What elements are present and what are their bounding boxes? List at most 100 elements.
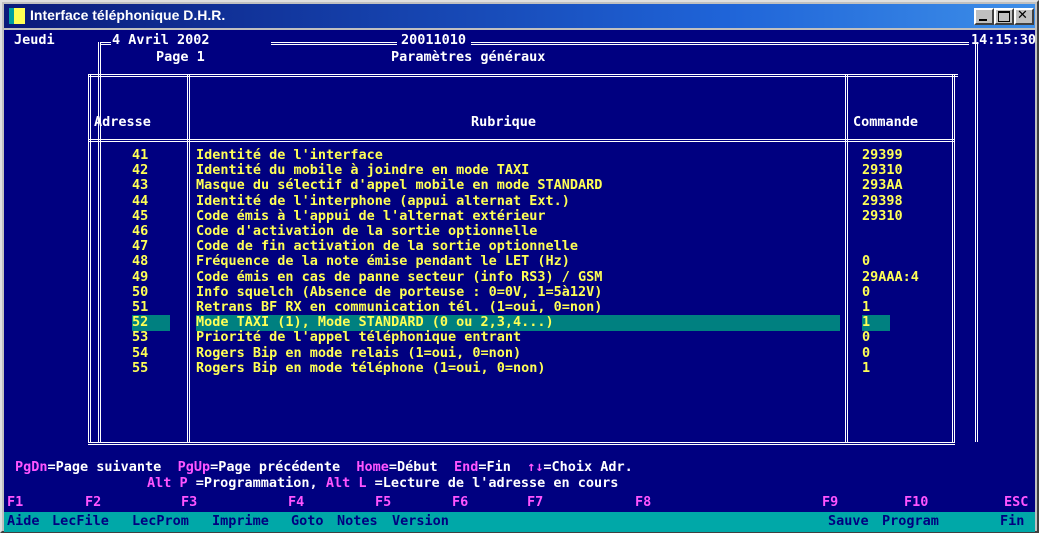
- row-command-value[interactable]: 29399: [862, 147, 903, 164]
- fkey-f10[interactable]: F10: [904, 494, 928, 511]
- row-label: Info squelch (Absence de porteuse : 0=0V…: [196, 283, 603, 300]
- fkey-f1[interactable]: F1: [7, 494, 23, 511]
- maximize-button[interactable]: [994, 8, 1014, 25]
- row-address: 43: [132, 177, 149, 194]
- menu-aide[interactable]: Aide: [7, 513, 40, 530]
- row-address: 49: [132, 268, 149, 285]
- application-window: Interface téléphonique D.H.R. ✕ Jeudi 4 …: [0, 0, 1039, 533]
- row-command-value[interactable]: 293AA: [862, 178, 903, 194]
- menu-version[interactable]: Version: [392, 513, 449, 530]
- menu-fin[interactable]: Fin: [1000, 513, 1024, 530]
- key-pgdn-desc: =Page suivante: [47, 459, 162, 475]
- key-pgdn: PgDn: [15, 459, 48, 475]
- fkey-f7[interactable]: F7: [527, 494, 543, 511]
- table-row[interactable]: 46 Code d'activation de la sortie optionn…: [4, 223, 1035, 239]
- fkey-f3[interactable]: F3: [181, 494, 197, 511]
- menu-sauve[interactable]: Sauve: [828, 513, 869, 530]
- header-separator: [88, 139, 955, 142]
- row-command-value[interactable]: 29310: [862, 163, 903, 179]
- row-address: 55: [132, 359, 149, 376]
- table-bottom-border: [88, 442, 955, 445]
- header-version: 20011010: [401, 32, 467, 48]
- row-command-value[interactable]: 1: [862, 360, 870, 377]
- table-row[interactable]: 41 Identité de l'interface 29399: [4, 147, 1035, 164]
- key-home-desc: =Début: [388, 459, 438, 475]
- fkey-esc[interactable]: ESC: [1004, 494, 1028, 511]
- frame-top-line: [101, 42, 111, 45]
- minimize-icon: [979, 19, 987, 21]
- column-header-rubrique: Rubrique: [471, 114, 537, 130]
- row-address: 51: [132, 299, 149, 315]
- help-line-alt: Alt P =Programmation, Alt L =Lecture de …: [147, 475, 618, 492]
- table-row[interactable]: 51 Retrans BF RX en communication tél. (1…: [4, 299, 1035, 316]
- close-button[interactable]: ✕: [1014, 8, 1034, 25]
- row-command-value[interactable]: 1: [862, 299, 870, 316]
- row-label: Code émis à l'appui de l'alternat extéri…: [196, 207, 546, 224]
- key-home: Home: [356, 459, 389, 475]
- table-row[interactable]: 48 Fréquence de la note émise pendant le …: [4, 254, 1035, 269]
- header-day: Jeudi: [14, 32, 55, 48]
- key-alt-p-desc: =Programmation,: [187, 475, 318, 491]
- table-row[interactable]: 53 Priorité de l'appel téléphonique entra…: [4, 330, 1035, 345]
- fkey-f9[interactable]: F9: [822, 494, 838, 511]
- row-command-value[interactable]: 0: [862, 284, 870, 301]
- row-command-value[interactable]: 0: [862, 345, 870, 362]
- table-row[interactable]: 49 Code émis en cas de panne secteur (inf…: [4, 268, 1035, 286]
- window-title: Interface téléphonique D.H.R.: [30, 7, 226, 23]
- fkey-f5[interactable]: F5: [375, 494, 391, 511]
- row-address: 50: [132, 283, 149, 300]
- table-row[interactable]: 52 Mode TAXI (1), Mode STANDARD (0 ou 2,3…: [4, 315, 1035, 331]
- row-label: Mode TAXI (1), Mode STANDARD (0 ou 2,3,4…: [196, 315, 840, 331]
- section-title: Paramètres généraux: [391, 49, 546, 65]
- column-header-adresse: Adresse: [94, 114, 151, 130]
- table-row[interactable]: 45 Code émis à l'appui de l'alternat exté…: [4, 207, 1035, 225]
- column-header-commande: Commande: [853, 114, 919, 130]
- table-row[interactable]: 55 Rogers Bip en mode téléphone (1=oui, 0…: [4, 359, 1035, 377]
- header-time: 14:15:30: [971, 32, 1035, 48]
- row-command-value[interactable]: 29310: [862, 208, 903, 225]
- row-label: Code de fin activation de la sortie opti…: [196, 238, 579, 255]
- key-arrows-desc: =Choix Adr.: [543, 459, 633, 475]
- menu-notes[interactable]: Notes: [337, 513, 378, 530]
- row-command-value[interactable]: 1: [862, 315, 890, 331]
- page-number: Page 1: [156, 49, 205, 65]
- row-command-value[interactable]: 0: [862, 254, 870, 270]
- row-label: Retrans BF RX en communication tél. (1=o…: [196, 299, 603, 315]
- fkey-f6[interactable]: F6: [452, 494, 468, 511]
- row-label: Identité de l'interface: [196, 147, 383, 163]
- table-row[interactable]: 44 Identité de l'interphone (appui altern…: [4, 193, 1035, 210]
- minimize-button[interactable]: [974, 8, 994, 25]
- row-label: Identité du mobile à joindre en mode TAX…: [196, 162, 530, 179]
- fkey-f8[interactable]: F8: [635, 494, 651, 511]
- row-command-value[interactable]: 29AAA:4: [862, 269, 919, 286]
- frame-top-line: [271, 42, 397, 45]
- table-row[interactable]: 43 Masque du sélectif d'appel mobile en m…: [4, 178, 1035, 193]
- row-label: Code émis en cas de panne secteur (info …: [196, 268, 603, 285]
- row-address: 42: [132, 162, 149, 179]
- key-end-desc: =Fin: [478, 459, 511, 475]
- menu-imprime[interactable]: Imprime: [212, 513, 269, 530]
- menu-goto[interactable]: Goto: [291, 513, 324, 530]
- key-pgup: PgUp: [177, 459, 211, 475]
- menu-lecprom[interactable]: LecProm: [132, 513, 189, 530]
- title-bar[interactable]: Interface téléphonique D.H.R. ✕: [4, 4, 1035, 28]
- row-command-value[interactable]: 0: [862, 330, 870, 346]
- table-row[interactable]: 50 Info squelch (Absence de porteuse : 0=…: [4, 283, 1035, 301]
- function-key-labels: F1 F2 F3 F4 F5 F6 F7 F8 F9 F10 ESC: [4, 494, 1035, 511]
- table-row[interactable]: 54 Rogers Bip en mode relais (1=oui, 0=no…: [4, 345, 1035, 362]
- row-address: 47: [132, 238, 149, 255]
- table-row[interactable]: 42 Identité du mobile à joindre en mode T…: [4, 163, 1035, 178]
- fkey-f2[interactable]: F2: [85, 494, 101, 511]
- menu-lecfile[interactable]: LecFile: [52, 513, 109, 530]
- table-row[interactable]: 47 Code de fin activation de la sortie op…: [4, 239, 1035, 254]
- row-command-value[interactable]: 29398: [862, 193, 903, 210]
- key-alt-p: Alt P: [147, 475, 188, 491]
- fkey-f4[interactable]: F4: [288, 494, 304, 511]
- key-end: End: [453, 459, 479, 475]
- help-line-keys: PgDn=Page suivante PgUp=Page précédente …: [15, 459, 633, 476]
- row-label: Code d'activation de la sortie optionnel…: [196, 223, 538, 239]
- row-label: Fréquence de la note émise pendant le LE…: [196, 253, 570, 270]
- menu-program[interactable]: Program: [882, 513, 939, 530]
- row-address: 41: [132, 147, 149, 163]
- table-top-border: [88, 74, 958, 77]
